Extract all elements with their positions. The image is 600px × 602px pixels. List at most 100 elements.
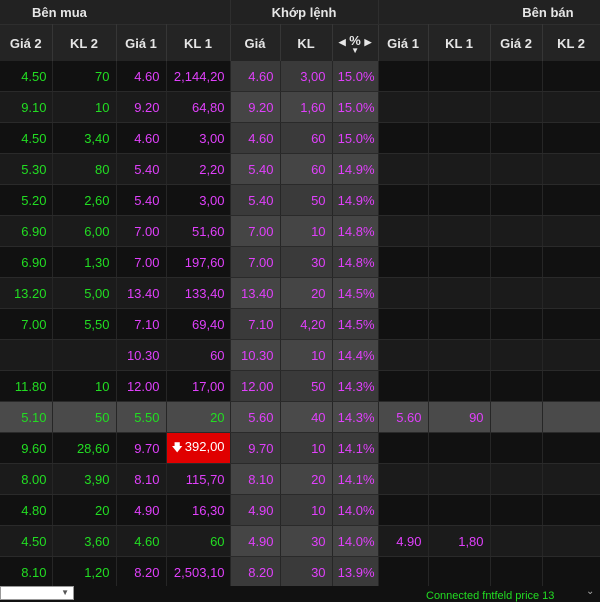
col-buy-vol2[interactable]: KL 2 [52,24,117,61]
col-match-vol[interactable]: KL [280,24,333,61]
cell-match-pct: 14.8% [332,246,379,278]
table-row[interactable]: 11.80 10 12.00 17,00 12.00 50 14.3% [0,370,600,402]
table-row[interactable]: 9.10 10 9.20 64,80 9.20 1,60 15.0% [0,91,600,123]
cell-sell-price1 [378,494,429,526]
cell-sell-price2 [490,246,543,278]
cell-buy-price1: 8.20 [116,556,167,588]
cell-buy-price2: 4.50 [0,525,53,557]
cell-buy-price2: 13.20 [0,277,53,309]
cell-buy-vol1: 60 [166,525,231,557]
table-row[interactable]: 4.50 70 4.60 2,144,20 4.60 3,00 15.0% [0,61,600,92]
cell-match-vol: 40 [280,401,333,433]
cell-sell-vol2 [542,494,600,526]
caret-right-icon[interactable]: ▶ [364,37,371,47]
cell-buy-price2: 5.10 [0,401,53,433]
cell-buy-price1: 4.60 [116,525,167,557]
table-row[interactable]: 6.90 6,00 7.00 51,60 7.00 10 14.8% [0,215,600,247]
table-row[interactable]: 10.30 60 10.30 10 14.4% [0,339,600,371]
cell-buy-price2: 9.60 [0,432,53,464]
cell-sell-vol2 [542,308,600,340]
caret-left-icon[interactable]: ◀ [339,37,346,47]
cell-sell-price2 [490,184,543,216]
cell-buy-price1: 5.40 [116,153,167,185]
table-row[interactable]: 6.90 1,30 7.00 197,60 7.00 30 14.8% [0,246,600,278]
cell-buy-price1: 7.00 [116,246,167,278]
cell-match-price: 5.40 [230,153,281,185]
cell-buy-vol1: 115,70 [166,463,231,495]
cell-buy-vol2: 80 [52,153,117,185]
cell-buy-vol2: 50 [52,401,117,433]
table-row[interactable]: 8.10 1,20 8.20 2,503,10 8.20 30 13.9% [0,556,600,588]
cell-buy-price2: 8.00 [0,463,53,495]
table-row[interactable]: 13.20 5,00 13.40 133,40 13.40 20 14.5% [0,277,600,309]
cell-match-pct: 13.9% [332,556,379,588]
table-row[interactable]: 4.50 3,60 4.60 60 4.90 30 14.0% 4.90 1,80 [0,525,600,557]
col-sell-vol2[interactable]: KL 2 [542,24,600,61]
cell-sell-price1 [378,339,429,371]
table-row[interactable]: 7.00 5,50 7.10 69,40 7.10 4,20 14.5% [0,308,600,340]
col-sell-price1[interactable]: Giá 1 [378,24,429,61]
cell-sell-price1 [378,246,429,278]
cell-buy-vol1: 2,503,10 [166,556,231,588]
table-row[interactable]: 5.10 50 5.50 20 5.60 40 14.3% 5.60 90 [0,401,600,433]
cell-sell-vol1 [428,432,491,464]
cell-match-price: 7.10 [230,308,281,340]
cell-buy-price1: 13.40 [116,277,167,309]
table-row[interactable]: 5.20 2,60 5.40 3,00 5.40 50 14.9% [0,184,600,216]
cell-match-pct: 14.3% [332,370,379,402]
col-match-pct[interactable]: ◀ % ▶ ▼ [332,24,379,61]
table-row[interactable]: 4.50 3,40 4.60 3,00 4.60 60 15.0% [0,122,600,154]
cell-sell-vol2 [542,401,600,433]
cell-sell-vol1: 1,80 [428,525,491,557]
cell-buy-vol1: 60 [166,339,231,371]
cell-match-price: 7.00 [230,246,281,278]
cell-buy-vol2 [52,339,117,371]
cell-sell-price1 [378,370,429,402]
cell-sell-price2 [490,401,543,433]
table-row[interactable]: 5.30 80 5.40 2,20 5.40 60 14.9% [0,153,600,185]
table-row[interactable]: 9.60 28,60 9.70 🡇 392,00 9.70 10 14.1% [0,432,600,464]
cell-sell-vol2 [542,432,600,464]
cell-match-pct: 15.0% [332,61,379,92]
cell-sell-price2 [490,370,543,402]
cell-buy-vol1: 17,00 [166,370,231,402]
cell-match-vol: 30 [280,246,333,278]
cell-match-pct: 14.8% [332,215,379,247]
cell-buy-price2: 9.10 [0,91,53,123]
cell-buy-price1: 4.60 [116,61,167,92]
col-match-price[interactable]: Giá [230,24,281,61]
cell-sell-price1: 5.60 [378,401,429,433]
cell-match-price: 9.70 [230,432,281,464]
cell-sell-vol1 [428,122,491,154]
cell-sell-vol1 [428,153,491,185]
cell-match-pct: 15.0% [332,91,379,123]
col-buy-vol1[interactable]: KL 1 [166,24,231,61]
cell-sell-price1 [378,277,429,309]
board-select-dropdown[interactable]: ▼ [0,586,74,600]
cell-match-pct: 14.5% [332,308,379,340]
cell-buy-price2: 5.30 [0,153,53,185]
col-buy-price1[interactable]: Giá 1 [116,24,167,61]
cell-buy-price2: 4.80 [0,494,53,526]
cell-match-vol: 20 [280,463,333,495]
table-row[interactable]: 8.00 3,90 8.10 115,70 8.10 20 14.1% [0,463,600,495]
cell-buy-vol2: 1,30 [52,246,117,278]
cell-match-vol: 10 [280,432,333,464]
table-row[interactable]: 4.80 20 4.90 16,30 4.90 10 14.0% [0,494,600,526]
cell-sell-price2 [490,277,543,309]
cell-sell-price2 [490,463,543,495]
col-sell-vol1[interactable]: KL 1 [428,24,491,61]
cell-buy-price1: 5.50 [116,401,167,433]
cell-buy-price1: 4.90 [116,494,167,526]
cell-match-price: 12.00 [230,370,281,402]
cell-sell-vol2 [542,91,600,123]
cell-buy-vol1: 3,00 [166,122,231,154]
scroll-down-icon[interactable]: ⌄ [586,586,594,597]
cell-sell-price1 [378,215,429,247]
cell-buy-vol1: 2,144,20 [166,61,231,92]
cell-match-pct: 14.1% [332,463,379,495]
col-buy-price2[interactable]: Giá 2 [0,24,53,61]
cell-match-pct: 14.3% [332,401,379,433]
cell-sell-vol1: 90 [428,401,491,433]
col-sell-price2[interactable]: Giá 2 [490,24,543,61]
